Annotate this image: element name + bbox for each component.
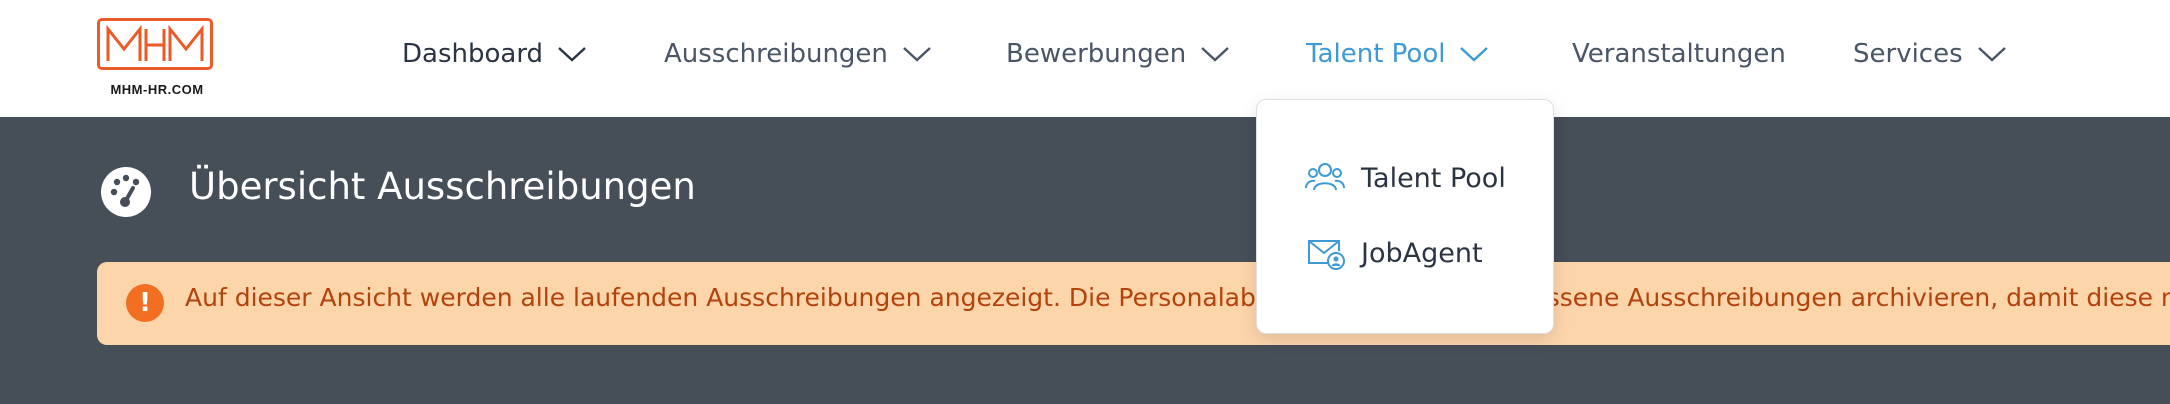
dropdown-item-label: Talent Pool	[1361, 162, 1506, 194]
talent-pool-dropdown-menu: Talent Pool JobAgent	[1256, 99, 1554, 334]
nav-item-label: Ausschreibungen	[664, 39, 888, 69]
dropdown-item-label: JobAgent	[1361, 237, 1483, 269]
logo-mark-box	[97, 18, 213, 70]
envelope-user-icon	[1308, 240, 1345, 270]
nav-item-label: Services	[1853, 39, 1963, 69]
nav-item-ausschreibungen[interactable]: Ausschreibungen	[664, 30, 932, 78]
logo[interactable]: MHM-HR.COM	[97, 18, 219, 97]
chevron-down-icon	[558, 47, 586, 62]
chevron-down-icon	[1460, 47, 1489, 62]
dropdown-item-jobagent[interactable]: JobAgent	[1305, 231, 1483, 275]
nav-item-label: Dashboard	[402, 39, 544, 69]
logo-text: MHM-HR.COM	[110, 82, 204, 97]
chevron-down-icon	[1201, 47, 1230, 62]
nav-item-talent-pool[interactable]: Talent Pool	[1306, 30, 1489, 78]
nav-item-veranstaltungen[interactable]: Veranstaltungen	[1572, 30, 1786, 78]
page-title: Übersicht Ausschreibungen	[189, 165, 696, 208]
dropdown-item-talent-pool[interactable]: Talent Pool	[1305, 156, 1506, 200]
users-icon	[1305, 163, 1345, 191]
nav-item-services[interactable]: Services	[1853, 30, 2007, 78]
page-header-section	[0, 117, 2170, 404]
top-navigation-bar: MHM-HR.COM Dashboard Ausschreibungen Bew…	[0, 0, 2170, 117]
chevron-down-icon	[903, 47, 931, 62]
nav-item-label: Veranstaltungen	[1572, 39, 1786, 69]
nav-item-bewerbungen[interactable]: Bewerbungen	[1006, 30, 1230, 78]
nav-item-dashboard[interactable]: Dashboard	[402, 30, 587, 78]
dashboard-gauge-icon	[101, 167, 151, 217]
alert-message: Auf dieser Ansicht werden alle laufenden…	[185, 283, 2170, 312]
logo-mark-icon	[106, 24, 204, 61]
exclamation-icon: !	[126, 284, 164, 322]
nav-item-label: Talent Pool	[1306, 39, 1446, 69]
chevron-down-icon	[1977, 47, 2006, 62]
nav-item-label: Bewerbungen	[1006, 39, 1187, 69]
